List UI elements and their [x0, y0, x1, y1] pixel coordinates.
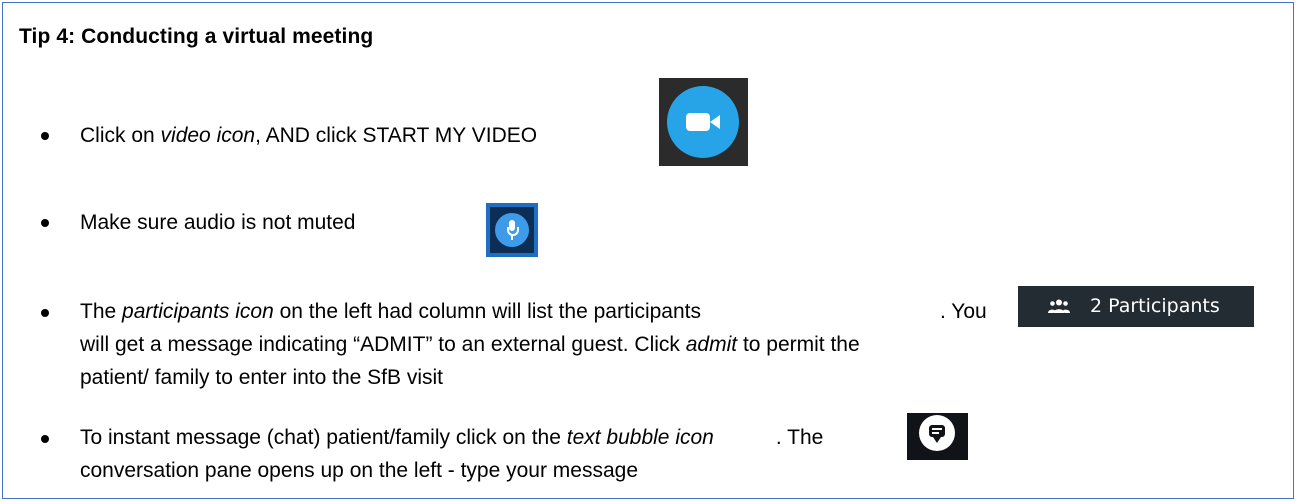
bullet-text: on the left had column will list the par…: [273, 300, 701, 323]
bullet-marker: [41, 435, 49, 443]
bullet-audio: Make sure audio is not muted: [80, 206, 1270, 239]
chat-bubble-icon: [907, 413, 968, 460]
bullet-marker: [41, 219, 49, 227]
camera-lens: [710, 115, 720, 129]
bullet-emphasis: admit: [685, 333, 738, 356]
chat-line: [932, 428, 942, 430]
bullet-text: conversation pane opens up on the left -…: [80, 459, 639, 482]
chat-line: [932, 432, 939, 434]
bullet-chat: To instant message (chat) patient/family…: [80, 421, 1270, 487]
bullet-text: will get a message indicating “ADMIT” to…: [80, 333, 686, 356]
bullet-text: The: [80, 300, 123, 323]
tip-title: Tip 4: Conducting a virtual meeting: [19, 25, 374, 48]
bullet-marker: [41, 132, 49, 140]
bullet-emphasis: text bubble icon: [566, 426, 714, 449]
participants-label: 2 Participants: [1090, 295, 1220, 317]
tip-box: Tip 4: Conducting a virtual meeting Clic…: [2, 2, 1294, 499]
bullet-text: Click on: [80, 124, 161, 147]
camera-body: [686, 113, 710, 131]
microphone-icon: [486, 203, 538, 257]
bullet-text: to permit the: [737, 333, 860, 356]
bullet-text: . The: [775, 426, 824, 449]
bullet-text: . You: [940, 300, 987, 323]
people-icon: [1048, 299, 1070, 313]
video-camera-icon: [659, 78, 748, 166]
participants-button: 2 Participants: [1018, 286, 1254, 327]
bullet-emphasis: participants icon: [122, 300, 274, 323]
bullet-emphasis: video icon: [160, 124, 256, 147]
bullet-text: Make sure audio is not muted: [80, 211, 356, 234]
chat-bubble-tail: [933, 437, 941, 443]
bullet-text: , AND click START MY VIDEO: [255, 124, 538, 147]
bullet-marker: [41, 309, 49, 317]
mic-foot: [511, 235, 513, 240]
bullet-text: patient/ family to enter into the SfB vi…: [80, 366, 444, 389]
bullet-text: To instant message (chat) patient/family…: [80, 426, 567, 449]
chat-bubble-shape: [929, 425, 945, 437]
